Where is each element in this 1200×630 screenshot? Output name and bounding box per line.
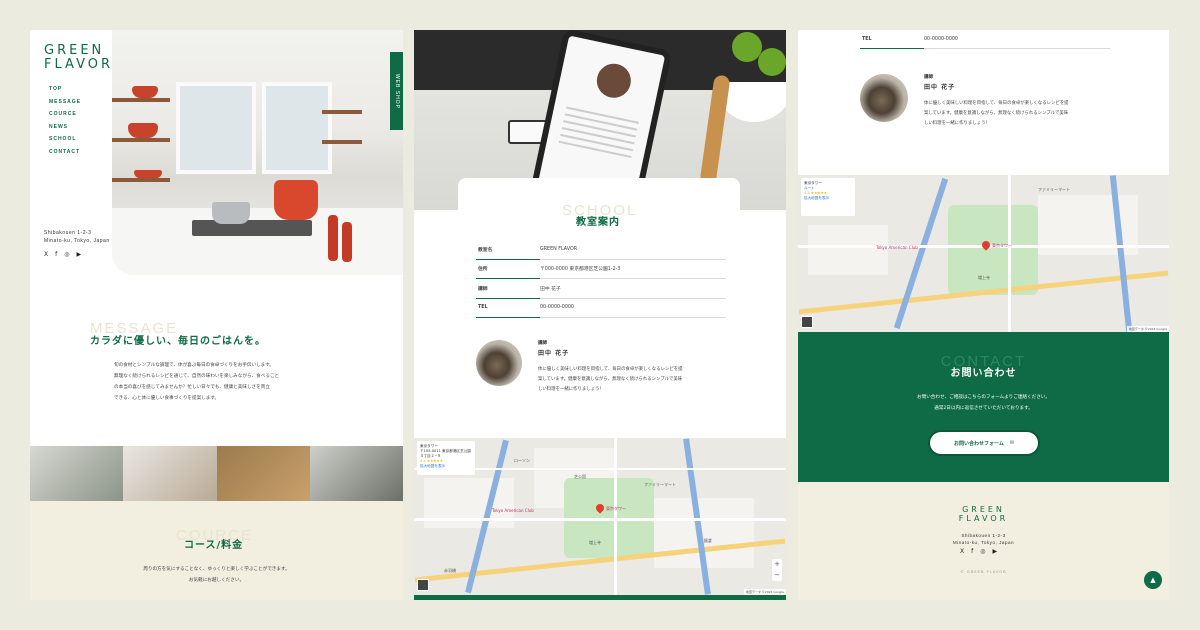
map-layer-toggle[interactable] bbox=[417, 579, 429, 591]
table-row: 教室名 GREEN FLAVOR bbox=[476, 240, 726, 260]
shelf bbox=[112, 138, 170, 142]
map-info-card: 東京タワー 〒105-0011 東京都港区芝公園４丁目２−８ 4.5 ★★★★★… bbox=[417, 441, 475, 475]
table-row: 住所 〒000-0000 東京都港区芝公園1-2-3 bbox=[476, 260, 726, 279]
photo-cooking bbox=[30, 446, 124, 501]
nav-item-message[interactable]: MESSAGE bbox=[49, 99, 81, 112]
page-preview-contact: TEL 00-0000-0000 講師 田中 花子 体に優しく美味しい料理を目指… bbox=[798, 30, 1169, 600]
page-preview-school: SCHOOL 教室案内 教室名 GREEN FLAVOR 住所 〒000-000… bbox=[414, 30, 786, 600]
social-links: X f ◎ ▶ bbox=[44, 251, 81, 258]
zoom-out-button[interactable]: − bbox=[772, 570, 782, 581]
pepper-mill bbox=[328, 215, 338, 261]
message-body: 旬の食材とシンプルな調理で、体が喜ぶ毎日の食卓づくりをお手伝いします。 無理なく… bbox=[114, 363, 280, 401]
zoom-in-button[interactable]: + bbox=[772, 559, 782, 570]
photo-ingredients bbox=[216, 446, 310, 501]
google-map[interactable]: 東京タワー Tokyo American Club ローソン ファミリーマート … bbox=[414, 438, 786, 595]
shelf bbox=[322, 140, 362, 144]
footer-bar bbox=[414, 595, 786, 600]
page-preview-top: GREEN FLAVOR TOP MESSAGE COURCE NEWS SCH… bbox=[30, 30, 403, 600]
school-info-table: 教室名 GREEN FLAVOR 住所 〒000-0000 東京都港区芝公園1-… bbox=[476, 240, 726, 318]
teacher-role: 講師 bbox=[924, 75, 934, 80]
teacher-profile: 講師 田中 花子 体に優しく美味しい料理を目指して、毎日の食卓が楽しくなるレシピ… bbox=[476, 340, 728, 395]
steel-pot bbox=[212, 202, 250, 224]
larger-map-link[interactable]: 拡大地図を表示 bbox=[804, 196, 852, 201]
photo-strip bbox=[30, 446, 403, 501]
window bbox=[176, 82, 256, 174]
back-to-top-icon[interactable]: ▲ bbox=[1144, 571, 1162, 589]
youtube-icon[interactable]: ▶ bbox=[77, 251, 82, 258]
window bbox=[262, 82, 332, 174]
nav-item-top[interactable]: TOP bbox=[49, 86, 81, 99]
pepper-mill bbox=[342, 222, 352, 262]
teacher-name: 田中 花子 bbox=[924, 84, 956, 91]
shelf bbox=[112, 178, 170, 182]
tablet-text bbox=[558, 106, 639, 162]
footer-address: Shibakouen 1-2-3 Minato-ku, Tokyo, Japan bbox=[952, 533, 1015, 545]
address: Shibakouen 1-2-3 Minato-ku, Tokyo, Japan bbox=[44, 230, 110, 244]
facebook-icon[interactable]: f bbox=[55, 251, 57, 258]
park-area bbox=[948, 205, 1038, 295]
footer-logo[interactable]: GREEN FLAVOR bbox=[798, 505, 1169, 524]
table-row: TEL 00-0000-0000 bbox=[860, 30, 1110, 49]
nav-item-school[interactable]: SCHOOL bbox=[49, 136, 81, 149]
counter bbox=[112, 208, 403, 275]
main-nav: TOP MESSAGE COURCE NEWS SCHOOL CONTACT bbox=[49, 86, 81, 161]
teacher-desc: 体に優しく美味しい料理を目指して、毎日の食卓が楽しくなるレシピを提 案しています… bbox=[924, 101, 1069, 126]
youtube-icon[interactable]: ▶ bbox=[993, 548, 998, 555]
facebook-icon[interactable]: f bbox=[971, 548, 973, 555]
teacher-role: 講師 bbox=[538, 341, 548, 346]
red-pot bbox=[274, 180, 318, 220]
google-map[interactable]: 東京タワー Tokyo American Club ファミリーマート 増上寺 東… bbox=[798, 175, 1169, 332]
site-logo[interactable]: GREEN FLAVOR bbox=[44, 43, 113, 73]
sidebar: GREEN FLAVOR TOP MESSAGE COURCE NEWS SCH… bbox=[30, 30, 112, 275]
contact-form-button[interactable]: お問い合わせフォーム ✉ bbox=[930, 432, 1038, 454]
larger-map-link[interactable]: 拡大地図を表示 bbox=[420, 464, 472, 469]
school-info-table: TEL 00-0000-0000 bbox=[860, 30, 1110, 49]
wooden-spoon bbox=[699, 74, 731, 186]
pot bbox=[128, 123, 158, 138]
lime bbox=[758, 48, 786, 76]
nav-item-contact[interactable]: CONTACT bbox=[49, 149, 81, 162]
photo-chef bbox=[309, 446, 403, 501]
shelf bbox=[322, 110, 362, 114]
map-zoom-control[interactable]: + − bbox=[772, 559, 782, 581]
nav-item-course[interactable]: COURCE bbox=[49, 111, 81, 124]
contact-heading: お問い合わせ bbox=[950, 368, 1017, 379]
hero-image-kitchen bbox=[112, 30, 403, 275]
mail-icon: ✉ bbox=[1009, 440, 1015, 446]
pot bbox=[132, 86, 158, 98]
instagram-icon[interactable]: ◎ bbox=[64, 251, 69, 258]
table-row: 講師 田中 花子 bbox=[476, 279, 726, 299]
nav-item-news[interactable]: NEWS bbox=[49, 124, 81, 137]
contact-body: お問い合わせ、ご相談はこちらのフォームよりご連絡ください。 通常2日以内に返信さ… bbox=[917, 395, 1050, 411]
message-heading: カラダに優しい、毎日のごはんを。 bbox=[90, 336, 266, 347]
dish-photo bbox=[593, 60, 635, 101]
shelf bbox=[112, 98, 170, 102]
pot bbox=[134, 170, 162, 178]
photo-chopping bbox=[123, 446, 217, 501]
teacher-name: 田中 花子 bbox=[538, 350, 570, 357]
footer-social-links: X f ◎ ▶ bbox=[960, 548, 997, 555]
table-row: TEL 00-0000-0000 bbox=[476, 299, 726, 318]
course-heading: コース/料金 bbox=[184, 540, 244, 551]
teacher-photo bbox=[860, 74, 908, 122]
map-layer-toggle[interactable] bbox=[801, 316, 813, 328]
teacher-photo bbox=[476, 340, 522, 386]
instagram-icon[interactable]: ◎ bbox=[980, 548, 985, 555]
x-icon[interactable]: X bbox=[960, 548, 964, 555]
map-info-card: 東京タワー ルート 4.5 ★★★★★ 拡大地図を表示 bbox=[801, 178, 855, 216]
course-body: 周りの方を気にすることなく、ゆっくりと楽しく学ぶことができます。 お気軽にお越し… bbox=[143, 567, 290, 583]
copyright: © GREEN FLAVOR bbox=[960, 570, 1007, 574]
webshop-button[interactable]: WEB SHOP bbox=[390, 52, 403, 130]
x-icon[interactable]: X bbox=[44, 251, 48, 258]
school-heading: 教室案内 bbox=[576, 217, 620, 228]
stove bbox=[192, 220, 312, 236]
teacher-profile: 講師 田中 花子 体に優しく美味しい料理を目指して、毎日の食卓が楽しくなるレシピ… bbox=[860, 74, 1114, 129]
teacher-desc: 体に優しく美味しい料理を目指して、毎日の食卓が楽しくなるレシピを提 案しています… bbox=[538, 367, 683, 392]
